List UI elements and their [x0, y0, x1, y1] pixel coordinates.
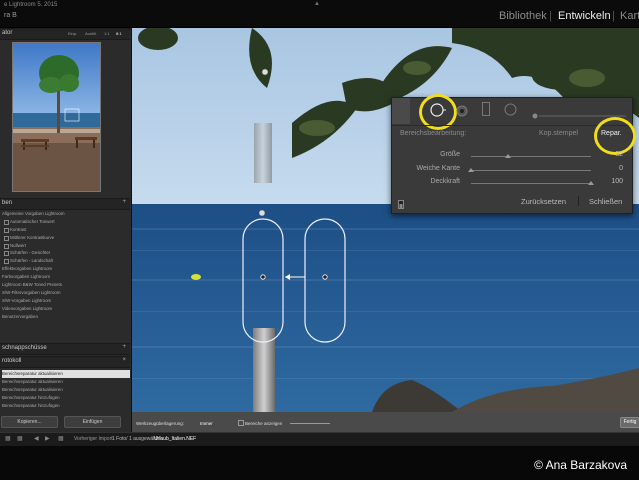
history-item[interactable]: Bereichsreparatur hinzufügen — [2, 394, 130, 402]
add-preset-icon[interactable]: + — [122, 199, 126, 205]
opacity-value[interactable]: 100 — [603, 178, 623, 185]
navigator-preview-image — [13, 43, 100, 191]
panel-toggle-icon[interactable] — [398, 196, 404, 209]
size-slider-label: Größe — [440, 151, 460, 158]
module-separator: | — [549, 10, 552, 22]
history-header[interactable]: rotokoll × — [0, 356, 130, 368]
feather-value[interactable]: 0 — [603, 165, 623, 172]
clear-history-icon[interactable]: × — [122, 357, 126, 363]
snapshots-title: schnappschüsse — [2, 345, 47, 351]
opacity-slider-track[interactable] — [471, 183, 591, 184]
opacity-slider-label: Deckkraft — [430, 178, 460, 185]
brush-mode-label: Bereichsbearbeitung: — [400, 130, 467, 137]
preset-item[interactable]: Automatischer Tonwert — [2, 218, 130, 226]
history-item[interactable]: Bereichsreparatur aktualisieren — [2, 370, 130, 378]
navigator-option[interactable]: Ausfül. — [85, 31, 97, 36]
feather-slider-knob[interactable] — [468, 168, 474, 172]
app-subtitle: ra B — [4, 12, 17, 19]
module-develop[interactable]: Entwickeln — [558, 10, 611, 22]
adjustment-brush-slider[interactable] — [531, 106, 626, 119]
reset-button[interactable]: Zurücksetzen — [521, 197, 566, 206]
visualize-spots-label: Bereiche anzeigen — [245, 421, 283, 426]
tool-overlay-label: Werkzeugüberlagerung: — [136, 421, 184, 426]
preset-item[interactable]: Mittlerer Kontrastkurve — [2, 234, 130, 242]
app-title: e Lightroom 5. 2015 — [4, 2, 58, 8]
history-item[interactable]: Bereichsreparatur aktualisieren — [2, 386, 130, 394]
size-value[interactable]: 32 — [603, 151, 623, 158]
grid-view-icon[interactable]: ▦ — [5, 435, 11, 442]
red-eye-tool-icon[interactable] — [456, 104, 468, 117]
navigator-header[interactable]: ator — [0, 28, 130, 40]
collapse-top-arrow-icon[interactable]: ▲ — [314, 1, 320, 7]
paste-button[interactable]: Einfügen — [64, 416, 121, 428]
clone-mode-button[interactable]: Kop.stempel — [539, 130, 578, 137]
feather-slider-label: Weiche Kante — [416, 165, 460, 172]
graduated-filter-tool-icon[interactable] — [482, 102, 490, 116]
watermark-credit: © Ana Barzakova — [534, 458, 627, 472]
module-map[interactable]: Kart — [620, 10, 639, 22]
opacity-slider-knob[interactable] — [588, 181, 594, 185]
navigator-option[interactable]: 8:1 — [116, 31, 122, 36]
snapshots-header[interactable]: schnappschüsse + — [0, 343, 130, 355]
preset-item[interactable]: Videovorgaben Lightroom — [2, 305, 130, 313]
module-separator: | — [612, 10, 615, 22]
tool-overlay-select[interactable]: Immer — [200, 421, 213, 426]
preset-item[interactable]: Farbvorgaben Lightroom — [2, 273, 130, 281]
filmstrip-source[interactable]: Vorheriger Import — [74, 436, 113, 442]
forward-arrow-icon[interactable]: ▶ — [45, 435, 50, 442]
preset-item[interactable]: Lightroom B&W Toned Presets — [2, 281, 130, 289]
presets-list: Allgemeine Vorgaben Lightroom Automatisch… — [2, 210, 130, 320]
navigator-option[interactable]: Einp. — [68, 31, 77, 36]
add-snapshot-icon[interactable]: + — [122, 344, 126, 350]
navigator-preview[interactable] — [12, 42, 101, 192]
done-button[interactable]: Fertig — [620, 417, 639, 428]
navigator-option[interactable]: 1:1 — [104, 31, 110, 36]
presets-title: ben — [2, 200, 13, 206]
preset-item[interactable]: Effektvorgaben Lightroom — [2, 265, 130, 273]
preset-item[interactable]: S/W-Vorgaben Lightroom — [2, 297, 130, 305]
panel-divider — [392, 125, 631, 126]
navigator-title: ator — [2, 30, 13, 36]
visualize-spots-checkbox[interactable] — [238, 420, 244, 426]
filmstrip-filename: Urlaub_Italien.NEF — [154, 436, 197, 442]
secondary-grid-icon[interactable]: ▦ — [17, 435, 23, 442]
photo-canvas[interactable] — [132, 28, 639, 412]
size-slider-track[interactable] — [471, 156, 591, 157]
copy-button[interactable]: Kopieren... — [1, 416, 58, 428]
highlight-ring — [594, 117, 636, 155]
presets-header[interactable]: ben + — [0, 198, 130, 210]
preset-item[interactable]: Nullwert — [2, 242, 130, 250]
preset-item[interactable]: Schärfen - Gesichter — [2, 249, 130, 257]
close-button[interactable]: Schließen — [589, 197, 622, 206]
preset-item[interactable]: Benutzervorgaben — [2, 313, 130, 321]
feather-slider-track[interactable] — [471, 170, 591, 171]
back-arrow-icon[interactable]: ◀ — [34, 435, 39, 442]
grid-mode-icon[interactable]: ▦ — [58, 435, 64, 442]
history-item[interactable]: Bereichsreparatur hinzufügen — [2, 402, 130, 410]
footer-separator — [578, 196, 579, 206]
panel-grip[interactable] — [392, 98, 410, 124]
radial-filter-tool-icon[interactable] — [504, 103, 517, 116]
preset-item[interactable]: Kontrast — [2, 226, 130, 234]
history-title: rotokoll — [2, 358, 22, 364]
history-list: Bereichsreparatur aktualisieren Bereichsr… — [2, 370, 130, 409]
module-library[interactable]: Bibliothek — [499, 10, 547, 22]
photo-image — [132, 28, 639, 412]
preset-item[interactable]: S/W-Filtervorgaben Lightroom — [2, 289, 130, 297]
preset-item[interactable]: Allgemeine Vorgaben Lightroom — [2, 210, 130, 218]
preset-item[interactable]: Schärfen - Landschaft — [2, 257, 130, 265]
size-slider-knob[interactable] — [505, 154, 512, 158]
visualize-threshold-slider[interactable] — [290, 423, 330, 424]
history-item[interactable]: Bereichsreparatur aktualisieren — [2, 378, 130, 386]
